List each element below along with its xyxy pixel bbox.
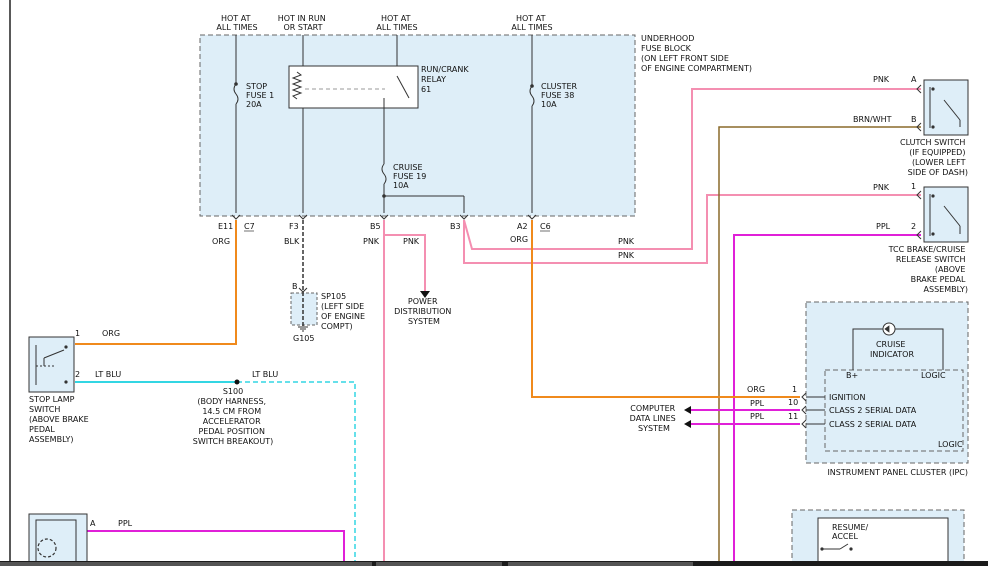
junction-dot <box>530 84 534 88</box>
hot-in-run-label: HOT IN RUN OR START <box>278 14 329 32</box>
junction-dot <box>234 82 238 86</box>
wire-label-lt-blu-1: LT BLU <box>95 370 121 379</box>
tcc-brake-cruise-switch <box>923 186 969 243</box>
sp105-pin-b: B <box>292 282 298 291</box>
clutch-switch <box>923 79 969 136</box>
pin-a2: A2 <box>517 222 528 231</box>
stop-lamp-pin-2: 2 <box>75 370 80 379</box>
switch-contact <box>64 380 68 384</box>
ipc-class2-label-a: CLASS 2 SERIAL DATA <box>829 406 917 415</box>
wire-label-pnk-3: PNK <box>618 237 635 246</box>
ipc-logic-bottom: LOGIC <box>938 440 963 449</box>
pin-c7: C7 <box>244 222 255 231</box>
ipc-b-plus: B+ <box>846 371 858 380</box>
ipc-name-label: INSTRUMENT PANEL CLUSTER (IPC) <box>827 468 968 477</box>
power-distribution-label: POWER DISTRIBUTION SYSTEM <box>394 297 454 326</box>
junction-dot <box>382 194 386 198</box>
wire-label-org-4: ORG <box>747 385 765 394</box>
wire-label-pnk-4: PNK <box>618 251 635 260</box>
switch-contact <box>64 345 68 349</box>
wire-label-ppl-3: PPL <box>750 412 765 421</box>
tcc-pin-markers <box>916 190 922 240</box>
clutch-pin-b: B <box>911 115 917 124</box>
pin-e11: E11 <box>218 222 233 231</box>
wire-label-org-3: ORG <box>510 235 528 244</box>
wire-label-pnk-pd: PNK <box>403 237 420 246</box>
ipc-pin-10: 10 <box>788 398 798 407</box>
clutch-pin-a: A <box>911 75 917 84</box>
splice-s100-dot <box>234 379 240 385</box>
switch-contact <box>931 194 935 198</box>
cruise-indicator-label: CRUISE INDICATOR <box>870 340 914 359</box>
ipc-logic-top: LOGIC <box>921 371 946 380</box>
bottom-left-component <box>28 513 88 566</box>
sp105-splice-box <box>290 292 318 326</box>
scrollbar-segment[interactable] <box>508 562 693 566</box>
wire-label-ppl-4: PPL <box>118 519 133 528</box>
ground-g105: G105 <box>293 334 314 343</box>
clutch-switch-label: CLUTCH SWITCH (IF EQUIPPED) (LOWER LEFT … <box>900 138 968 177</box>
stop-lamp-pin-1: 1 <box>75 329 80 338</box>
wire-label-brn-wht: BRN/WHT <box>853 115 892 124</box>
run-crank-relay <box>288 65 419 109</box>
ipc-class2-label-b: CLASS 2 SERIAL DATA <box>829 420 917 429</box>
fuse-block-label: UNDERHOOD FUSE BLOCK (ON LEFT FRONT SIDE… <box>641 34 752 73</box>
wire-label-ppl-1: PPL <box>876 222 891 231</box>
wire-label-pnk-5: PNK <box>873 75 890 84</box>
switch-contact <box>931 232 935 236</box>
pin-b5: B5 <box>370 222 381 231</box>
tcc-switch-label: TCC BRAKE/CRUISE RELEASE SWITCH (ABOVE B… <box>888 245 968 294</box>
hot-at-all-times-label-3: HOT AT ALL TIMES <box>511 14 552 32</box>
sp105-label: SP105 (LEFT SIDE OF ENGINE COMPT) <box>321 292 368 331</box>
underhood-fuse-block <box>199 34 636 217</box>
bottom-left-pin-a: A <box>90 519 96 528</box>
hot-at-all-times-label-2: HOT AT ALL TIMES <box>376 14 417 32</box>
switch-contact <box>931 125 935 129</box>
ground-icon <box>298 326 308 332</box>
pin-b3: B3 <box>450 222 461 231</box>
data-arrow-icon <box>684 420 691 428</box>
wire-label-blk: BLK <box>284 237 300 246</box>
ipc-pin-1: 1 <box>792 385 797 394</box>
s100-label: (BODY HARNESS, 14.5 CM FROM ACCELERATOR … <box>193 397 273 446</box>
wire-label-org-1: ORG <box>212 237 230 246</box>
hot-at-all-times-label-1: HOT AT ALL TIMES <box>216 14 257 32</box>
ipc-pin-11: 11 <box>788 412 798 421</box>
clutch-pin-markers <box>916 84 922 132</box>
stop-lamp-switch-label: STOP LAMP SWITCH (ABOVE BRAKE PEDAL ASSE… <box>29 395 91 444</box>
ipc-ignition-label: IGNITION <box>829 393 865 402</box>
wire-label-org-2: ORG <box>102 329 120 338</box>
wire-org-ipc <box>531 220 800 398</box>
switch-contact <box>931 87 935 91</box>
wire-label-pnk-6: PNK <box>873 183 890 192</box>
scrollbar-segment[interactable] <box>376 562 502 566</box>
scrollbar-segment[interactable] <box>0 562 372 566</box>
ipc-pin-markers <box>801 392 807 429</box>
wire-label-lt-blu-2: LT BLU <box>252 370 278 379</box>
computer-data-label: COMPUTER DATA LINES SYSTEM <box>630 404 679 433</box>
pin-c6: C6 <box>540 222 551 231</box>
wiring-diagram: UNDERHOOD FUSE BLOCK (ON LEFT FRONT SIDE… <box>9 0 969 566</box>
data-arrow-icon <box>684 406 691 414</box>
pin-f3: F3 <box>289 222 299 231</box>
s100-name: S100 <box>223 387 243 396</box>
wire-label-ppl-2: PPL <box>750 399 765 408</box>
tcc-pin-2: 2 <box>911 222 916 231</box>
switch-contact <box>849 547 853 551</box>
wire-label-pnk-b5: PNK <box>363 237 380 246</box>
bottom-scrollbar[interactable] <box>0 561 988 566</box>
tcc-pin-1: 1 <box>911 182 916 191</box>
